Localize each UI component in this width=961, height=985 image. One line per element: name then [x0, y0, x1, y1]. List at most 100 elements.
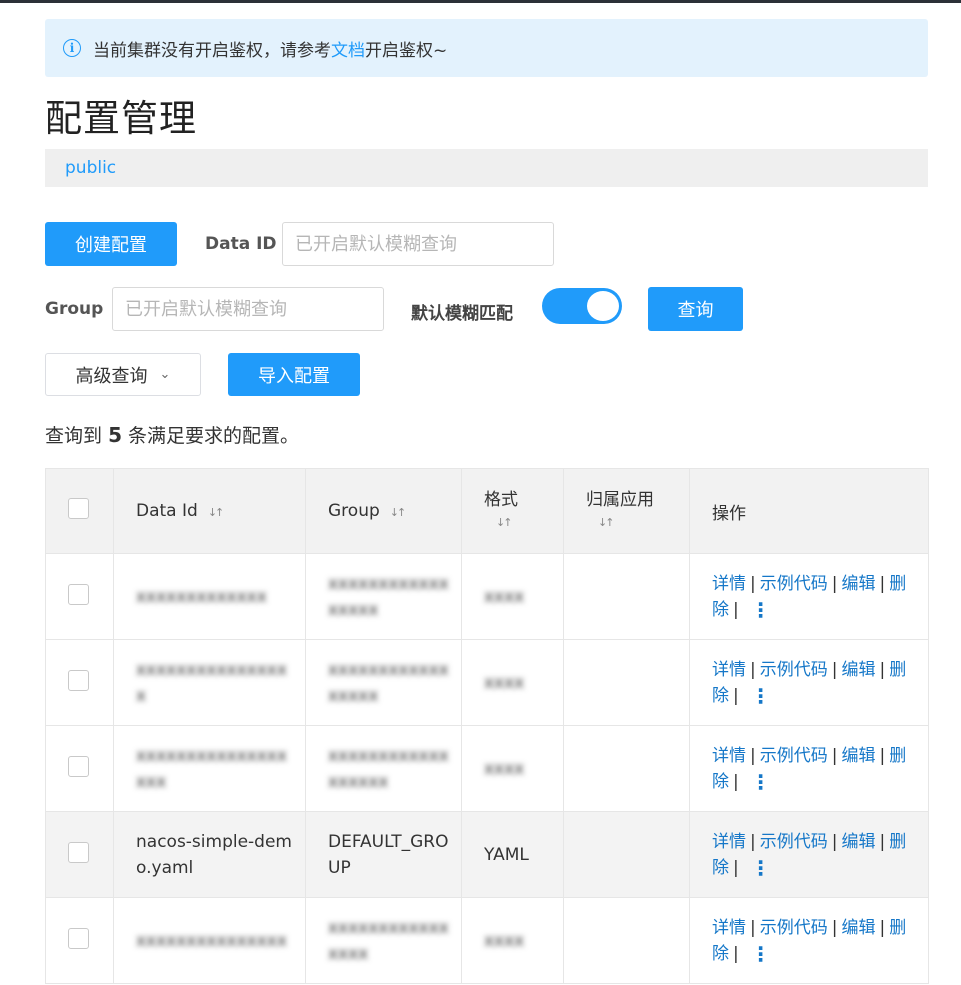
header-format-label: 格式 [484, 490, 518, 510]
group-label: Group [45, 299, 104, 319]
row-data-id: xxxxxxxxxxxxxxxxxx [113, 725, 306, 812]
more-vertical-icon[interactable]: ⋮ [751, 858, 771, 878]
sample-code-link[interactable]: 示例代码 [760, 746, 828, 766]
result-summary: 查询到 5 条满足要求的配置。 [45, 421, 299, 448]
table-row: xxxxxxxxxxxxx xxxxxxxxxxxxxxxxx xxxx 详情 |… [45, 553, 929, 640]
chevron-down-icon: ⌄ [159, 367, 171, 382]
row-select-cell [45, 897, 114, 984]
row-format: YAML [461, 811, 564, 898]
sort-icon[interactable]: ↓↑ [390, 506, 407, 519]
header-app[interactable]: 归属应用 ↓↑ [563, 468, 690, 554]
sort-icon[interactable]: ↓↑ [496, 516, 563, 529]
row-actions: 详情 | 示例代码 | 编辑 | 删除 | ⋮ [689, 897, 929, 984]
header-data-id-label: Data Id [136, 501, 198, 521]
table-row: xxxxxxxxxxxxxxxx xxxxxxxxxxxxxxxxx xxxx … [45, 639, 929, 726]
create-config-button[interactable]: 创建配置 [45, 222, 177, 266]
row-actions: 详情 | 示例代码 | 编辑 | 删除 | ⋮ [689, 725, 929, 812]
header-format[interactable]: 格式 ↓↑ [461, 468, 564, 554]
row-format: xxxx [461, 897, 564, 984]
edit-link[interactable]: 编辑 [841, 660, 875, 680]
header-app-label: 归属应用 [586, 490, 654, 510]
edit-link[interactable]: 编辑 [841, 746, 875, 766]
import-config-button[interactable]: 导入配置 [228, 353, 360, 396]
row-data-id: xxxxxxxxxxxxx [113, 553, 306, 640]
table-header-row: Data Id ↓↑ Group ↓↑ 格式 ↓↑ 归属应用 ↓↑ 操作 [45, 468, 929, 554]
sample-code-link[interactable]: 示例代码 [760, 918, 828, 938]
notice-prefix: 当前集群没有开启鉴权，请参考 [93, 40, 331, 61]
row-checkbox[interactable] [68, 583, 89, 605]
more-vertical-icon[interactable]: ⋮ [751, 772, 771, 792]
row-app [563, 897, 690, 984]
sample-code-link[interactable]: 示例代码 [760, 660, 828, 680]
header-group-label: Group [328, 501, 380, 521]
edit-link[interactable]: 编辑 [841, 832, 875, 852]
result-prefix: 查询到 [45, 425, 103, 447]
row-app [563, 725, 690, 812]
advanced-search-button[interactable]: 高级查询 ⌄ [45, 353, 201, 396]
more-vertical-icon[interactable]: ⋮ [751, 686, 771, 706]
row-select-cell [45, 639, 114, 726]
data-id-input[interactable] [282, 222, 554, 266]
info-icon: i [63, 39, 81, 57]
header-data-id[interactable]: Data Id ↓↑ [113, 468, 306, 554]
sort-icon[interactable]: ↓↑ [208, 506, 225, 519]
namespace-bar: public [45, 149, 928, 187]
advanced-search-label: 高级查询 [75, 365, 148, 387]
header-ops: 操作 [689, 468, 929, 554]
row-app [563, 811, 690, 898]
row-checkbox[interactable] [68, 927, 89, 949]
row-actions: 详情 | 示例代码 | 编辑 | 删除 | ⋮ [689, 639, 929, 726]
edit-link[interactable]: 编辑 [841, 574, 875, 594]
row-actions: 详情 | 示例代码 | 编辑 | 删除 | ⋮ [689, 811, 929, 898]
detail-link[interactable]: 详情 [712, 660, 746, 680]
row-data-id: xxxxxxxxxxxxxxx [113, 897, 306, 984]
header-group[interactable]: Group ↓↑ [305, 468, 462, 554]
notice-suffix: 开启鉴权~ [365, 40, 448, 61]
table-row: xxxxxxxxxxxxxxx xxxxxxxxxxxxxxxx xxxx 详情… [45, 897, 929, 984]
table-row: nacos-simple-demo.yaml DEFAULT_GROUP YAM… [45, 811, 929, 898]
row-app [563, 639, 690, 726]
row-select-cell [45, 553, 114, 640]
more-vertical-icon[interactable]: ⋮ [751, 600, 771, 620]
page-title: 配置管理 [45, 97, 197, 140]
detail-link[interactable]: 详情 [712, 918, 746, 938]
row-select-cell [45, 811, 114, 898]
row-checkbox[interactable] [68, 841, 89, 863]
select-all-checkbox[interactable] [68, 498, 89, 519]
detail-link[interactable]: 详情 [712, 832, 746, 852]
row-checkbox[interactable] [68, 755, 89, 777]
row-data-id: xxxxxxxxxxxxxxxx [113, 639, 306, 726]
row-select-cell [45, 725, 114, 812]
fuzzy-match-toggle[interactable] [542, 288, 622, 324]
group-input[interactable] [112, 287, 384, 331]
row-group: xxxxxxxxxxxxxxxx [305, 897, 462, 984]
row-group: DEFAULT_GROUP [305, 811, 462, 898]
detail-link[interactable]: 详情 [712, 746, 746, 766]
sort-icon[interactable]: ↓↑ [598, 516, 689, 529]
row-actions: 详情 | 示例代码 | 编辑 | 删除 | ⋮ [689, 553, 929, 640]
namespace-public[interactable]: public [65, 158, 116, 178]
more-vertical-icon[interactable]: ⋮ [751, 944, 771, 964]
row-checkbox[interactable] [68, 669, 89, 691]
toggle-knob [587, 291, 619, 321]
row-format: xxxx [461, 639, 564, 726]
row-format: xxxx [461, 553, 564, 640]
data-id-label: Data ID [205, 234, 277, 254]
sample-code-link[interactable]: 示例代码 [760, 574, 828, 594]
sample-code-link[interactable]: 示例代码 [760, 832, 828, 852]
row-app [563, 553, 690, 640]
row-data-id: nacos-simple-demo.yaml [113, 811, 306, 898]
detail-link[interactable]: 详情 [712, 574, 746, 594]
auth-notice-banner: i 当前集群没有开启鉴权，请参考 文档 开启鉴权~ [45, 19, 928, 77]
edit-link[interactable]: 编辑 [841, 918, 875, 938]
row-format: xxxx [461, 725, 564, 812]
table-row: xxxxxxxxxxxxxxxxxx xxxxxxxxxxxxxxxxxx xx… [45, 725, 929, 812]
docs-link[interactable]: 文档 [331, 36, 365, 61]
config-table: Data Id ↓↑ Group ↓↑ 格式 ↓↑ 归属应用 ↓↑ 操作 xxxxx… [45, 468, 929, 984]
header-select-all [45, 468, 114, 554]
result-count: 5 [108, 423, 122, 447]
top-border [0, 0, 961, 3]
search-button[interactable]: 查询 [648, 287, 743, 331]
row-group: xxxxxxxxxxxxxxxxx [305, 639, 462, 726]
row-group: xxxxxxxxxxxxxxxxx [305, 553, 462, 640]
